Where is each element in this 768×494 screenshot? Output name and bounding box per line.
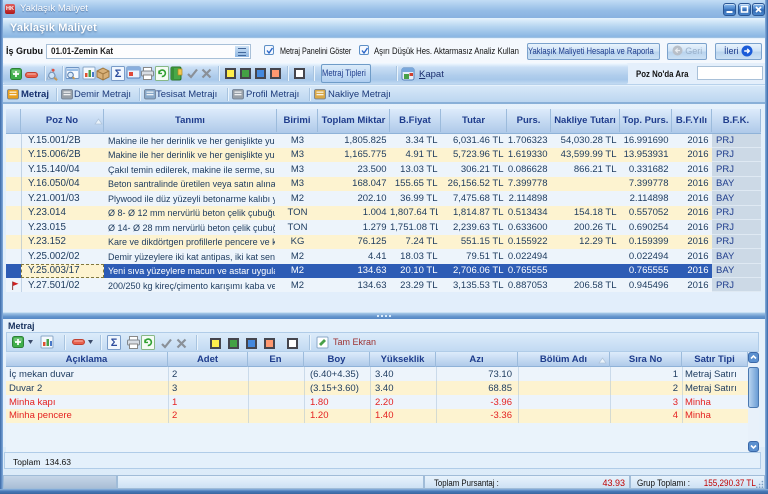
svg-text:Σ: Σ bbox=[115, 68, 122, 80]
svg-text:Σ: Σ bbox=[111, 337, 118, 349]
